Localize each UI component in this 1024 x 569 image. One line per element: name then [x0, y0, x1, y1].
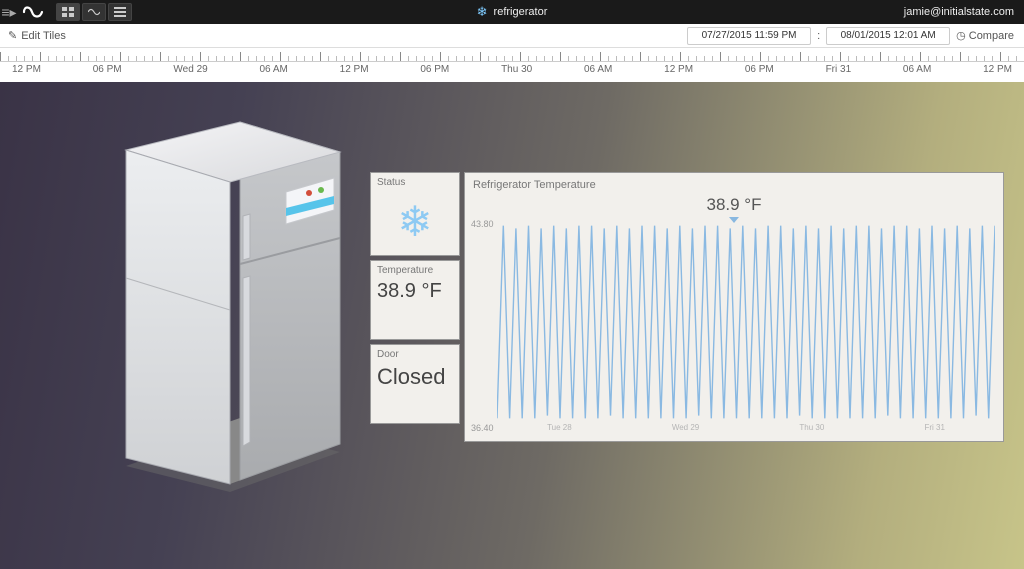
compare-button[interactable]: ◷ Compare: [956, 29, 1014, 42]
view-grid-button[interactable]: [56, 3, 80, 21]
refrigerator-illustration: [90, 92, 350, 492]
time-ruler[interactable]: [0, 48, 1024, 62]
user-email[interactable]: jamie@initialstate.com: [904, 6, 1024, 18]
ruler-label: Wed 29: [173, 64, 207, 82]
toolbar: ✎ Edit Tiles : ◷ Compare: [0, 24, 1024, 48]
ruler-label: 06 PM: [93, 64, 122, 82]
door-tile[interactable]: Door Closed: [370, 344, 460, 424]
temperature-tile[interactable]: Temperature 38.9 °F: [370, 260, 460, 340]
door-tile-label: Door: [377, 349, 453, 360]
chart-current-value: 38.9 °F: [707, 195, 762, 215]
compare-label: Compare: [969, 30, 1014, 42]
view-list-button[interactable]: [108, 3, 132, 21]
temperature-value: 38.9 °F: [377, 280, 453, 303]
pencil-icon: ✎: [8, 29, 17, 42]
ruler-label: Thu 30: [501, 64, 532, 82]
ruler-label: 12 PM: [983, 64, 1012, 82]
ruler-label: Fri 31: [826, 64, 852, 82]
date-separator: :: [817, 30, 820, 42]
time-ruler-labels: 12 PM 06 PM Wed 29 06 AM 12 PM 06 PM Thu 30 06 …: [0, 62, 1024, 82]
ruler-label: 06 PM: [420, 64, 449, 82]
ruler-label: 12 PM: [340, 64, 369, 82]
edit-tiles-button[interactable]: ✎ Edit Tiles: [0, 29, 66, 42]
ruler-label: 06 AM: [584, 64, 612, 82]
temperature-chart-tile[interactable]: Refrigerator Temperature 38.9 °F 43.80 3…: [464, 172, 1004, 442]
dashboard-canvas: Status ❄ Temperature 38.9 °F Door Closed…: [0, 82, 1024, 569]
edit-tiles-label: Edit Tiles: [21, 30, 66, 42]
ruler-label: 06 PM: [745, 64, 774, 82]
clock-icon: ◷: [956, 29, 966, 42]
menu-toggle[interactable]: ≡▸: [0, 0, 18, 24]
ruler-label: 06 AM: [903, 64, 931, 82]
chart-plot-area: [497, 223, 995, 421]
chart-ymin: 36.40: [471, 423, 494, 433]
date-to-input[interactable]: [826, 27, 950, 45]
snowflake-icon: ❄: [377, 192, 453, 251]
top-bar: ≡▸ ❄ refrigerator jamie@initialstate.com: [0, 0, 1024, 24]
date-from-input[interactable]: [687, 27, 811, 45]
ruler-label: 06 AM: [260, 64, 288, 82]
snowflake-icon: ❄: [477, 4, 488, 20]
door-value: Closed: [377, 364, 453, 390]
chart-x-labels: Tue 28 Wed 29 Thu 30 Fri 31: [497, 423, 995, 435]
chart-ymax: 43.80: [471, 219, 494, 229]
page-title: refrigerator: [494, 6, 548, 18]
view-waves-button[interactable]: [82, 3, 106, 21]
status-tile-label: Status: [377, 177, 453, 188]
status-tile[interactable]: Status ❄: [370, 172, 460, 256]
chart-x-label: Wed 29: [672, 423, 699, 435]
chart-x-label: Thu 30: [799, 423, 824, 435]
temperature-tile-label: Temperature: [377, 265, 453, 276]
ruler-label: 12 PM: [664, 64, 693, 82]
chart-x-label: Fri 31: [924, 423, 944, 435]
chart-x-label: Tue 28: [547, 423, 572, 435]
ruler-label: 12 PM: [12, 64, 41, 82]
chart-title: Refrigerator Temperature: [473, 179, 995, 191]
app-logo: [18, 0, 50, 24]
